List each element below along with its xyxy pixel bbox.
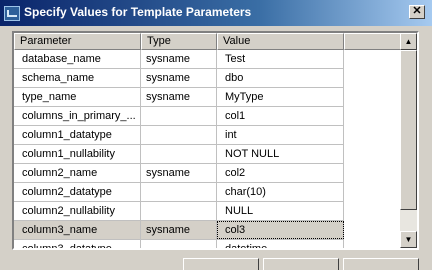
table-row[interactable]: column3_name sysname col3 xyxy=(14,221,344,240)
arrow-down-icon: ▼ xyxy=(404,235,413,244)
window-title: Specify Values for Template Parameters xyxy=(24,5,252,19)
dialog-button-1[interactable] xyxy=(183,258,259,270)
parameter-cell: column3_datatype xyxy=(14,240,141,248)
scroll-down-button[interactable]: ▼ xyxy=(400,231,417,248)
table-row[interactable]: column3_datatype datetime xyxy=(14,240,344,248)
value-cell[interactable]: datetime xyxy=(217,240,344,248)
table-row[interactable]: column1_datatype int xyxy=(14,126,344,145)
parameter-cell: column2_datatype xyxy=(14,183,141,201)
column-header-parameter[interactable]: Parameter xyxy=(14,33,141,50)
value-cell[interactable]: col3 xyxy=(217,221,344,239)
type-cell: sysname xyxy=(141,221,217,239)
vertical-scrollbar[interactable]: ▲ ▼ xyxy=(400,33,417,248)
value-cell[interactable]: int xyxy=(217,126,344,144)
value-cell[interactable]: NOT NULL xyxy=(217,145,344,163)
value-cell[interactable]: MyType xyxy=(217,88,344,106)
type-cell xyxy=(141,107,217,125)
value-cell[interactable]: Test xyxy=(217,50,344,68)
parameter-cell: schema_name xyxy=(14,69,141,87)
value-cell[interactable]: NULL xyxy=(217,202,344,220)
dialog-button-2[interactable] xyxy=(263,258,339,270)
value-cell[interactable]: char(10) xyxy=(217,183,344,201)
parameters-grid[interactable]: Parameter Type Value database_name sysnam… xyxy=(12,31,419,250)
parameter-cell: database_name xyxy=(14,50,141,68)
app-icon xyxy=(4,6,20,21)
type-cell: sysname xyxy=(141,50,217,68)
parameter-cell: type_name xyxy=(14,88,141,106)
column-header-filler xyxy=(344,33,400,50)
value-cell[interactable]: col2 xyxy=(217,164,344,182)
dialog-button-3[interactable] xyxy=(343,258,419,270)
value-cell[interactable]: col1 xyxy=(217,107,344,125)
column-header-type[interactable]: Type xyxy=(141,33,217,50)
type-cell xyxy=(141,240,217,248)
table-row[interactable]: schema_name sysname dbo xyxy=(14,69,344,88)
parameter-cell: column1_nullability xyxy=(14,145,141,163)
type-cell xyxy=(141,202,217,220)
type-cell: sysname xyxy=(141,164,217,182)
scroll-thumb[interactable] xyxy=(400,50,417,210)
close-icon: ✕ xyxy=(412,5,422,17)
parameter-cell: column3_name xyxy=(14,221,141,239)
type-cell: sysname xyxy=(141,88,217,106)
table-row[interactable]: column2_nullability NULL xyxy=(14,202,344,221)
table-row[interactable]: type_name sysname MyType xyxy=(14,88,344,107)
type-cell xyxy=(141,145,217,163)
title-bar: Specify Values for Template Parameters ✕ xyxy=(0,0,432,26)
parameter-cell: column1_datatype xyxy=(14,126,141,144)
parameter-cell: columns_in_primary_... xyxy=(14,107,141,125)
type-cell xyxy=(141,183,217,201)
scroll-up-button[interactable]: ▲ xyxy=(400,33,417,50)
table-row[interactable]: database_name sysname Test xyxy=(14,50,344,69)
parameter-cell: column2_name xyxy=(14,164,141,182)
close-button[interactable]: ✕ xyxy=(409,5,425,19)
type-cell: sysname xyxy=(141,69,217,87)
value-cell[interactable]: dbo xyxy=(217,69,344,87)
parameter-cell: column2_nullability xyxy=(14,202,141,220)
table-row[interactable]: columns_in_primary_... col1 xyxy=(14,107,344,126)
arrow-up-icon: ▲ xyxy=(404,37,413,46)
table-row[interactable]: column2_datatype char(10) xyxy=(14,183,344,202)
table-row[interactable]: column1_nullability NOT NULL xyxy=(14,145,344,164)
table-row[interactable]: column2_name sysname col2 xyxy=(14,164,344,183)
column-header-value[interactable]: Value xyxy=(217,33,344,50)
type-cell xyxy=(141,126,217,144)
